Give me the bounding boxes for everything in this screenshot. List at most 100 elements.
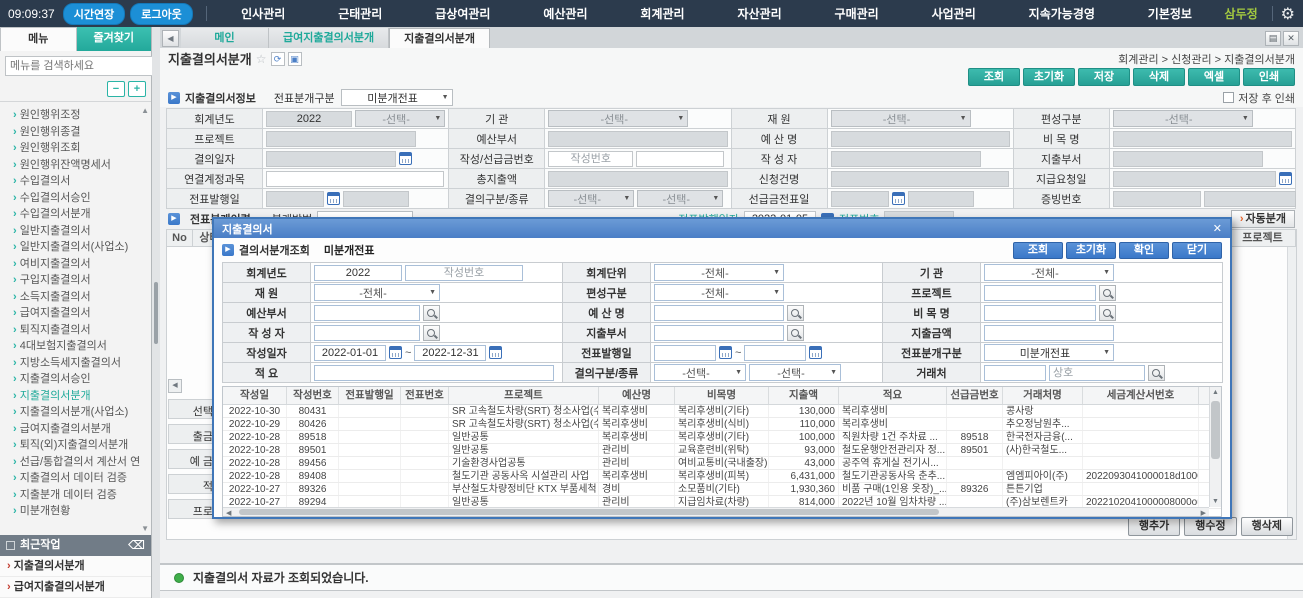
grid-column-header[interactable]: 작성번호 xyxy=(287,387,339,404)
budget-name-input[interactable] xyxy=(831,131,1010,147)
sidebar-item[interactable]: 원인행위조정 xyxy=(13,107,141,124)
top-menu-item[interactable]: 인사관리 xyxy=(241,5,285,22)
grid-row[interactable]: 2022-10-2980426SR 고속철도차량(SRT) 청소사업(수도권)복… xyxy=(223,418,1221,431)
grid-vertical-scrollbar[interactable] xyxy=(1287,247,1296,539)
modal-grid-hscrollbar[interactable]: ◀ ▶ xyxy=(223,507,1209,516)
search-icon[interactable] xyxy=(423,305,440,321)
modal-fund-select[interactable]: -전체-▼ xyxy=(314,284,440,301)
decision-type-select[interactable]: -선택-▼ xyxy=(637,190,723,207)
calendar-icon[interactable] xyxy=(1279,172,1292,185)
sidebar-tab-favorites[interactable]: 즐겨찾기 xyxy=(77,27,152,51)
modal-org-select[interactable]: -전체-▼ xyxy=(984,264,1114,281)
modal-budget-dept-input[interactable] xyxy=(314,305,420,321)
sidebar-item[interactable]: 지출결의서분개(사업소) xyxy=(13,404,141,421)
sidebar-item[interactable]: 지출결의서승인 xyxy=(13,371,141,388)
top-menu-item[interactable]: 자산관리 xyxy=(737,5,781,22)
recent-task-item[interactable]: 지출결의서분개 xyxy=(0,556,151,577)
modal-vendor-name-input[interactable] xyxy=(1049,365,1145,381)
vscroll-thumb[interactable] xyxy=(1211,401,1220,459)
search-icon[interactable] xyxy=(787,305,804,321)
split-type-select[interactable]: 미분개전표▼ xyxy=(341,89,453,106)
new-window-icon[interactable]: ▣ xyxy=(288,52,302,66)
tab-scroll-left-icon[interactable]: ◀ xyxy=(162,30,179,47)
sidebar-item[interactable]: 퇴직(외)지출결의서분개 xyxy=(13,437,141,454)
advance-voucher-no-input[interactable] xyxy=(908,191,974,207)
sidebar-item[interactable]: 선급/통합결의서 계산서 연 xyxy=(13,454,141,471)
expand-all-button[interactable]: + xyxy=(128,81,146,97)
sidebar-item[interactable]: 일반지출결의서 xyxy=(13,223,141,240)
modal-acct-unit-select[interactable]: -전체-▼ xyxy=(654,264,784,281)
modal-write-no-input[interactable] xyxy=(405,265,523,281)
modal-date-from-input[interactable] xyxy=(314,345,386,361)
modal-budget-type-select[interactable]: -전체-▼ xyxy=(654,284,784,301)
modal-issue-to-input[interactable] xyxy=(744,345,806,361)
sidebar-item[interactable]: 급여지출결의서 xyxy=(13,305,141,322)
modal-spend-dept-input[interactable] xyxy=(654,325,784,341)
modal-split-type-select[interactable]: 미분개전표▼ xyxy=(984,344,1114,361)
top-menu-item[interactable]: 구매관리 xyxy=(835,5,879,22)
modal-item-name-input[interactable] xyxy=(984,305,1096,321)
toolbar-button[interactable]: 인쇄 xyxy=(1243,68,1295,86)
top-menu-item[interactable]: 회계관리 xyxy=(640,5,684,22)
fiscal-term-select[interactable]: -선택-▼ xyxy=(355,110,445,127)
write-no-input[interactable] xyxy=(548,151,633,167)
calendar-icon[interactable] xyxy=(809,346,822,359)
grid-row[interactable]: 2022-10-2889518일반공통복리후생비복리후생비(기타)100,000… xyxy=(223,431,1221,444)
search-icon[interactable] xyxy=(1148,365,1165,381)
calendar-icon[interactable] xyxy=(892,192,905,205)
modal-button[interactable]: 확인 xyxy=(1119,242,1169,259)
grid-column-header[interactable]: 전표발행일 xyxy=(339,387,401,404)
search-button[interactable]: 조회 xyxy=(968,68,1020,86)
modal-vendor-code-input[interactable] xyxy=(984,365,1046,381)
modal-close-icon[interactable]: ✕ xyxy=(1213,222,1222,235)
top-menu-item[interactable]: 예산관리 xyxy=(543,5,587,22)
gear-icon[interactable]: ⚙ xyxy=(1281,4,1295,24)
total-amount-input[interactable] xyxy=(548,171,727,187)
scroll-up-icon[interactable]: ▲ xyxy=(1212,389,1219,396)
window-list-icon[interactable]: ▤ xyxy=(1265,31,1281,46)
scroll-right-icon[interactable]: ▶ xyxy=(1201,509,1206,517)
splitter-handle[interactable] xyxy=(154,282,158,344)
refresh-icon[interactable]: ⟳ xyxy=(271,52,285,66)
fiscal-year-input[interactable] xyxy=(266,111,352,127)
top-menu-item[interactable]: 근태관리 xyxy=(338,5,382,22)
project-input[interactable] xyxy=(266,131,416,147)
document-tab[interactable]: 메인 xyxy=(181,28,269,48)
modal-button[interactable]: 초기화 xyxy=(1066,242,1116,259)
toolbar-button[interactable]: 초기화 xyxy=(1023,68,1075,86)
pay-request-date-input[interactable] xyxy=(1113,171,1276,187)
item-name-input[interactable] xyxy=(1113,131,1292,147)
grid-column-header[interactable]: 선급금번호 xyxy=(947,387,1003,404)
toolbar-button[interactable]: 저장 xyxy=(1078,68,1130,86)
modal-budget-name-input[interactable] xyxy=(654,305,784,321)
evidence-no2-input[interactable] xyxy=(1204,191,1296,207)
grid-column-header[interactable]: 지출액 xyxy=(769,387,839,404)
sidebar-item[interactable]: 미분개현황 xyxy=(13,503,141,520)
scroll-left-icon[interactable]: ◀ xyxy=(226,509,231,517)
sidebar-item[interactable]: 소득지출결의서 xyxy=(13,289,141,306)
decision-date-input[interactable] xyxy=(266,151,396,167)
voucher-issue-no-input[interactable] xyxy=(343,191,409,207)
grid-column-header[interactable]: 적요 xyxy=(839,387,947,404)
sidebar-item-active[interactable]: 지출결의서분개 xyxy=(13,388,141,405)
row-action-button[interactable]: 행추가 xyxy=(1128,517,1180,536)
scroll-up-icon[interactable]: ▲ xyxy=(141,106,149,115)
grid-column-header[interactable]: 세금계산서번호 xyxy=(1083,387,1199,404)
toolbar-button[interactable]: 삭제 xyxy=(1133,68,1185,86)
toolbar-button[interactable]: 엑셀 xyxy=(1188,68,1240,86)
modal-project-input[interactable] xyxy=(984,285,1096,301)
decision-kind-select[interactable]: -선택-▼ xyxy=(548,190,634,207)
top-menu-item[interactable]: 사업관리 xyxy=(932,5,976,22)
advance-voucher-date-input[interactable] xyxy=(831,191,889,207)
sidebar-item[interactable]: 수입결의서 xyxy=(13,173,141,190)
modal-remark-input[interactable] xyxy=(314,365,554,381)
search-icon[interactable] xyxy=(1099,305,1116,321)
grid-row[interactable]: 2022-10-2789326부산철도차량정비단 KTX 부품세척 사업경비소모… xyxy=(223,483,1221,496)
grid-scroll-left-icon[interactable]: ◀ xyxy=(168,379,182,393)
scroll-down-icon[interactable]: ▼ xyxy=(1212,498,1219,505)
modal-fiscal-year-input[interactable] xyxy=(314,265,402,281)
extend-session-button[interactable]: 시간연장 xyxy=(63,3,125,25)
modal-decision-type-select[interactable]: -선택-▼ xyxy=(749,364,841,381)
sidebar-item[interactable]: 원인행위종결 xyxy=(13,124,141,141)
grid-row[interactable]: 2022-10-2889501일반공통관리비교육훈련비(위탁)93,000철도운… xyxy=(223,444,1221,457)
